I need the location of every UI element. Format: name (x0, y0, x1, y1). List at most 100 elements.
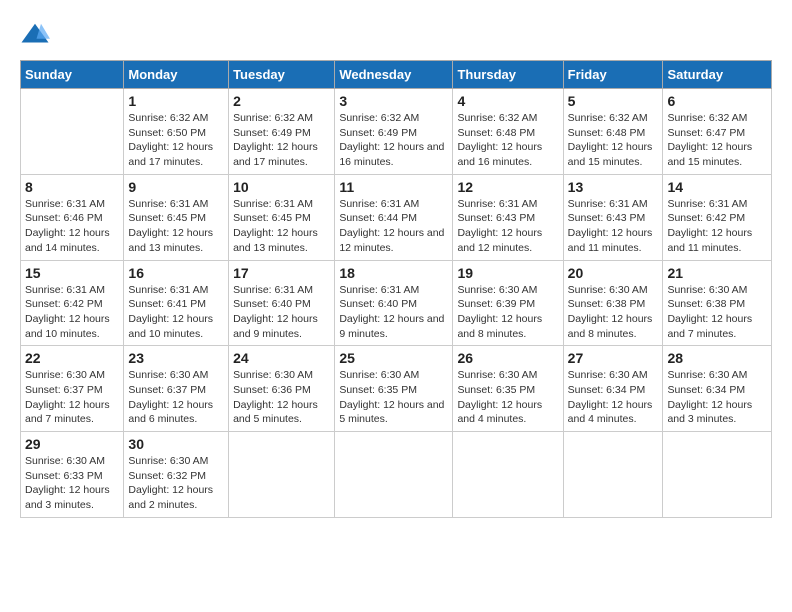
week-row-3: 22 Sunrise: 6:30 AM Sunset: 6:37 PM Dayl… (21, 346, 772, 432)
day-info: Sunrise: 6:30 AM Sunset: 6:34 PM Dayligh… (568, 368, 659, 427)
header-monday: Monday (124, 61, 229, 89)
day-info: Sunrise: 6:31 AM Sunset: 6:44 PM Dayligh… (339, 197, 448, 256)
day-number: 26 (457, 350, 558, 366)
header-tuesday: Tuesday (229, 61, 335, 89)
empty-cell (453, 432, 563, 518)
day-info: Sunrise: 6:30 AM Sunset: 6:37 PM Dayligh… (25, 368, 119, 427)
empty-cell (229, 432, 335, 518)
day-number: 29 (25, 436, 119, 452)
day-cell-25: 25 Sunrise: 6:30 AM Sunset: 6:35 PM Dayl… (335, 346, 453, 432)
day-number: 8 (25, 179, 119, 195)
day-info: Sunrise: 6:30 AM Sunset: 6:35 PM Dayligh… (339, 368, 448, 427)
header-sunday: Sunday (21, 61, 124, 89)
day-cell-8: 8 Sunrise: 6:31 AM Sunset: 6:46 PM Dayli… (21, 174, 124, 260)
day-number: 28 (667, 350, 767, 366)
day-cell-16: 16 Sunrise: 6:31 AM Sunset: 6:41 PM Dayl… (124, 260, 229, 346)
page-header (20, 20, 772, 50)
header-wednesday: Wednesday (335, 61, 453, 89)
day-cell-19: 19 Sunrise: 6:30 AM Sunset: 6:39 PM Dayl… (453, 260, 563, 346)
day-number: 14 (667, 179, 767, 195)
day-info: Sunrise: 6:30 AM Sunset: 6:32 PM Dayligh… (128, 454, 224, 513)
day-number: 4 (457, 93, 558, 109)
empty-cell (563, 432, 663, 518)
day-number: 27 (568, 350, 659, 366)
week-row-1: 8 Sunrise: 6:31 AM Sunset: 6:46 PM Dayli… (21, 174, 772, 260)
day-info: Sunrise: 6:31 AM Sunset: 6:42 PM Dayligh… (667, 197, 767, 256)
day-info: Sunrise: 6:30 AM Sunset: 6:36 PM Dayligh… (233, 368, 330, 427)
day-info: Sunrise: 6:30 AM Sunset: 6:38 PM Dayligh… (667, 283, 767, 342)
day-cell-26: 26 Sunrise: 6:30 AM Sunset: 6:35 PM Dayl… (453, 346, 563, 432)
day-cell-23: 23 Sunrise: 6:30 AM Sunset: 6:37 PM Dayl… (124, 346, 229, 432)
day-cell-1: 1 Sunrise: 6:32 AM Sunset: 6:50 PM Dayli… (124, 89, 229, 175)
day-info: Sunrise: 6:32 AM Sunset: 6:47 PM Dayligh… (667, 111, 767, 170)
day-number: 9 (128, 179, 224, 195)
day-cell-14: 14 Sunrise: 6:31 AM Sunset: 6:42 PM Dayl… (663, 174, 772, 260)
day-info: Sunrise: 6:30 AM Sunset: 6:33 PM Dayligh… (25, 454, 119, 513)
day-info: Sunrise: 6:32 AM Sunset: 6:49 PM Dayligh… (233, 111, 330, 170)
calendar-header-row: SundayMondayTuesdayWednesdayThursdayFrid… (21, 61, 772, 89)
day-cell-29: 29 Sunrise: 6:30 AM Sunset: 6:33 PM Dayl… (21, 432, 124, 518)
day-cell-18: 18 Sunrise: 6:31 AM Sunset: 6:40 PM Dayl… (335, 260, 453, 346)
calendar-table: SundayMondayTuesdayWednesdayThursdayFrid… (20, 60, 772, 518)
day-info: Sunrise: 6:30 AM Sunset: 6:39 PM Dayligh… (457, 283, 558, 342)
day-number: 11 (339, 179, 448, 195)
day-number: 30 (128, 436, 224, 452)
day-number: 10 (233, 179, 330, 195)
day-cell-22: 22 Sunrise: 6:30 AM Sunset: 6:37 PM Dayl… (21, 346, 124, 432)
day-info: Sunrise: 6:31 AM Sunset: 6:45 PM Dayligh… (233, 197, 330, 256)
day-number: 18 (339, 265, 448, 281)
week-row-0: 1 Sunrise: 6:32 AM Sunset: 6:50 PM Dayli… (21, 89, 772, 175)
day-cell-15: 15 Sunrise: 6:31 AM Sunset: 6:42 PM Dayl… (21, 260, 124, 346)
day-cell-24: 24 Sunrise: 6:30 AM Sunset: 6:36 PM Dayl… (229, 346, 335, 432)
day-number: 24 (233, 350, 330, 366)
day-info: Sunrise: 6:31 AM Sunset: 6:40 PM Dayligh… (339, 283, 448, 342)
day-cell-27: 27 Sunrise: 6:30 AM Sunset: 6:34 PM Dayl… (563, 346, 663, 432)
empty-cell (663, 432, 772, 518)
day-cell-20: 20 Sunrise: 6:30 AM Sunset: 6:38 PM Dayl… (563, 260, 663, 346)
empty-cell (335, 432, 453, 518)
day-number: 16 (128, 265, 224, 281)
day-number: 21 (667, 265, 767, 281)
day-cell-30: 30 Sunrise: 6:30 AM Sunset: 6:32 PM Dayl… (124, 432, 229, 518)
day-number: 20 (568, 265, 659, 281)
day-info: Sunrise: 6:31 AM Sunset: 6:41 PM Dayligh… (128, 283, 224, 342)
day-number: 5 (568, 93, 659, 109)
day-info: Sunrise: 6:31 AM Sunset: 6:40 PM Dayligh… (233, 283, 330, 342)
week-row-2: 15 Sunrise: 6:31 AM Sunset: 6:42 PM Dayl… (21, 260, 772, 346)
header-thursday: Thursday (453, 61, 563, 89)
day-info: Sunrise: 6:30 AM Sunset: 6:37 PM Dayligh… (128, 368, 224, 427)
day-info: Sunrise: 6:31 AM Sunset: 6:45 PM Dayligh… (128, 197, 224, 256)
empty-cell (21, 89, 124, 175)
day-info: Sunrise: 6:31 AM Sunset: 6:46 PM Dayligh… (25, 197, 119, 256)
logo-icon (20, 20, 50, 50)
day-number: 12 (457, 179, 558, 195)
week-row-4: 29 Sunrise: 6:30 AM Sunset: 6:33 PM Dayl… (21, 432, 772, 518)
header-saturday: Saturday (663, 61, 772, 89)
day-cell-11: 11 Sunrise: 6:31 AM Sunset: 6:44 PM Dayl… (335, 174, 453, 260)
day-info: Sunrise: 6:30 AM Sunset: 6:34 PM Dayligh… (667, 368, 767, 427)
day-number: 25 (339, 350, 448, 366)
day-number: 15 (25, 265, 119, 281)
day-info: Sunrise: 6:31 AM Sunset: 6:43 PM Dayligh… (457, 197, 558, 256)
day-number: 19 (457, 265, 558, 281)
day-cell-3: 3 Sunrise: 6:32 AM Sunset: 6:49 PM Dayli… (335, 89, 453, 175)
day-info: Sunrise: 6:32 AM Sunset: 6:49 PM Dayligh… (339, 111, 448, 170)
day-info: Sunrise: 6:32 AM Sunset: 6:48 PM Dayligh… (457, 111, 558, 170)
day-cell-6: 6 Sunrise: 6:32 AM Sunset: 6:47 PM Dayli… (663, 89, 772, 175)
day-number: 3 (339, 93, 448, 109)
day-info: Sunrise: 6:31 AM Sunset: 6:43 PM Dayligh… (568, 197, 659, 256)
day-info: Sunrise: 6:32 AM Sunset: 6:50 PM Dayligh… (128, 111, 224, 170)
day-info: Sunrise: 6:31 AM Sunset: 6:42 PM Dayligh… (25, 283, 119, 342)
day-info: Sunrise: 6:30 AM Sunset: 6:38 PM Dayligh… (568, 283, 659, 342)
day-number: 13 (568, 179, 659, 195)
day-cell-5: 5 Sunrise: 6:32 AM Sunset: 6:48 PM Dayli… (563, 89, 663, 175)
day-cell-17: 17 Sunrise: 6:31 AM Sunset: 6:40 PM Dayl… (229, 260, 335, 346)
day-cell-2: 2 Sunrise: 6:32 AM Sunset: 6:49 PM Dayli… (229, 89, 335, 175)
day-number: 6 (667, 93, 767, 109)
day-cell-21: 21 Sunrise: 6:30 AM Sunset: 6:38 PM Dayl… (663, 260, 772, 346)
day-cell-13: 13 Sunrise: 6:31 AM Sunset: 6:43 PM Dayl… (563, 174, 663, 260)
day-number: 1 (128, 93, 224, 109)
logo (20, 20, 54, 50)
day-cell-4: 4 Sunrise: 6:32 AM Sunset: 6:48 PM Dayli… (453, 89, 563, 175)
day-number: 22 (25, 350, 119, 366)
